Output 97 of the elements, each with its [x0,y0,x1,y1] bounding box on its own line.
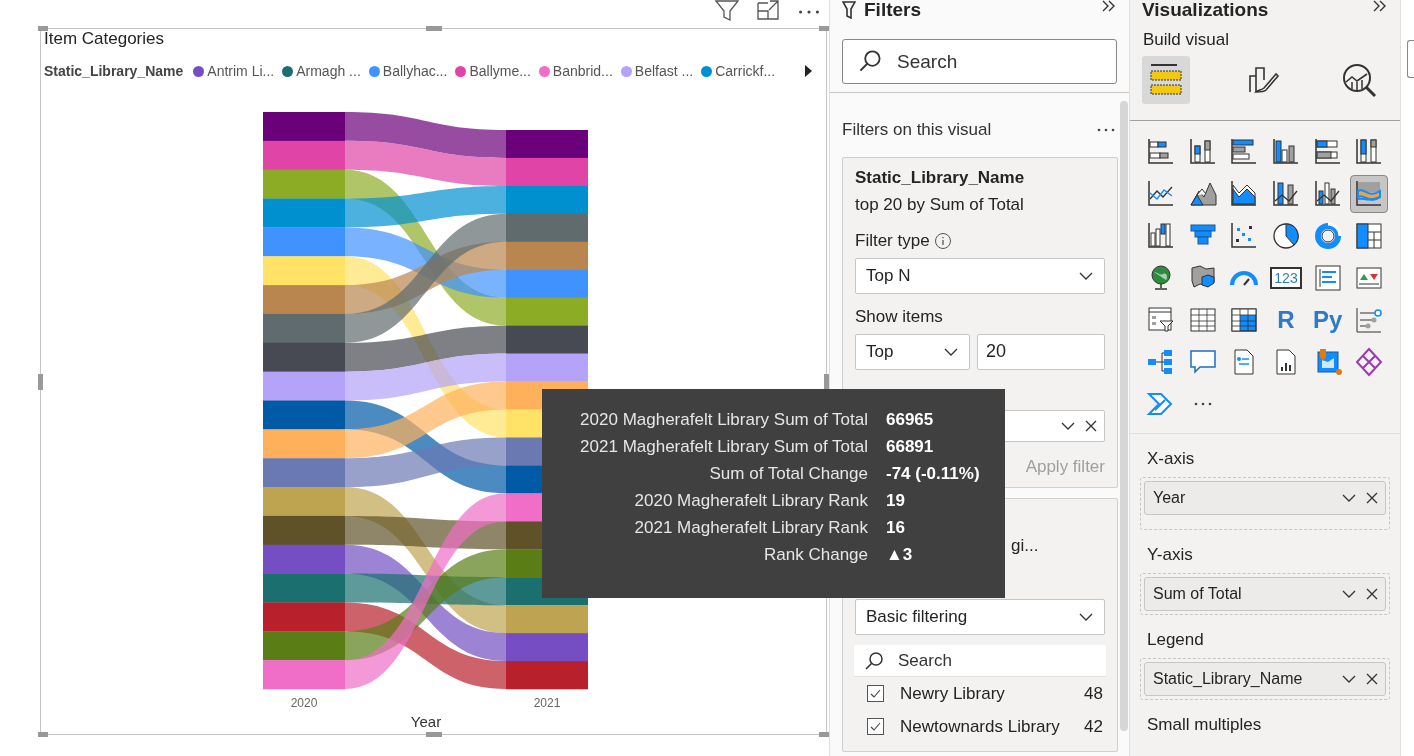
visual-title: Item Categories [43,29,165,49]
item-count: 48 [1084,682,1104,705]
checkmark-icon [869,687,882,700]
checkbox[interactable] [867,685,884,702]
list-icon [1312,263,1343,293]
bar-chart-icon [1146,137,1176,167]
item-count: 42 [1084,715,1104,738]
next-arrow-icon[interactable] [804,65,812,77]
search-icon [858,49,882,73]
well-label: Legend [1146,630,1205,650]
legend-item[interactable]: Ballyhac... [368,60,448,82]
field-pill[interactable]: Sum of Total [1144,577,1386,611]
dropdown[interactable]: Basic filtering [855,599,1105,635]
section-title: Build visual [1142,30,1230,50]
resize-handle[interactable] [38,26,48,31]
fields-icon [1147,62,1185,98]
close-icon[interactable] [1084,418,1098,433]
filter-icon [842,1,856,19]
section-title: Filters on this visual [842,119,992,141]
tooltip-value: ▲3 [886,544,914,566]
treemap-icon [1354,221,1385,251]
filter-icon[interactable] [715,0,739,22]
pane-mode-tab[interactable] [1142,56,1190,104]
collapse-icon[interactable] [1372,0,1388,12]
info-icon[interactable] [933,231,952,250]
tooltip-value: -74 (-0.11%) [886,463,981,485]
count-input[interactable]: 20 [977,333,1105,370]
dropdown[interactable]: Top [855,333,970,370]
more-icon[interactable] [1096,126,1116,133]
dropdown[interactable]: Top N [855,257,1105,294]
tooltip-value: 66965 [886,409,935,431]
waterfall-chart-icon [1146,221,1176,251]
combo-chart-icon [1271,179,1301,209]
legend-item[interactable]: Armagh ... [282,60,361,82]
close-icon[interactable] [1365,587,1379,601]
close-icon[interactable] [1365,491,1379,505]
well-label: Y-axis [1146,545,1194,565]
search-field[interactable]: Search [842,39,1117,84]
key-influencers-icon [1354,305,1385,335]
resize-handle[interactable] [38,374,43,390]
field-pill[interactable]: Static_Library_Name [1144,662,1386,696]
legend-title: Static_Library_Name [44,61,184,81]
search-icon [864,651,884,671]
column-chart-icon [1187,137,1218,167]
legend-item[interactable]: Antrim Li... [193,60,275,82]
card-visual-button[interactable]: 123 [1267,259,1305,297]
filter-list-item[interactable]: Newtownards Library 42 [855,710,1105,743]
combo-chart-icon [1312,179,1343,209]
visual-type-button[interactable] [1350,175,1389,213]
script-visual-button[interactable]: Py [1308,301,1347,339]
donut-chart-icon [1312,221,1343,251]
line-chart-icon [1146,179,1176,209]
tooltip-value: 66891 [886,436,935,458]
well-label: X-axis [1146,449,1196,469]
legend-item[interactable]: Ballyme... [455,60,531,82]
resize-handle[interactable] [426,26,442,31]
tooltip-value: 16 [886,517,906,539]
resize-handle[interactable] [426,732,442,737]
legend-item[interactable]: Belfast ... [620,60,694,82]
pie-chart-icon [1271,221,1301,251]
bar-chart-icon [1312,137,1343,167]
slicer-icon [1146,305,1176,335]
legend-item[interactable]: Banbrid... [538,60,613,82]
collapse-icon[interactable] [1101,0,1117,12]
collapsed-field[interactable] [1407,40,1414,78]
close-icon[interactable] [1365,672,1379,686]
field-label: Filter type [855,229,930,252]
scrollbar[interactable] [1120,101,1128,731]
tooltip-value: 19 [886,490,906,512]
pane-title: Filters [864,0,922,20]
axis-tick-label: 2021 [533,696,561,710]
axis-title: Year [410,713,442,730]
field-label: Show items [855,305,944,328]
speech-bubble-icon [1187,347,1218,377]
diamond-icon [1354,347,1385,377]
well-label: Small multiples [1146,715,1263,735]
axis-tick-label: 2020 [290,696,318,710]
filter-list-item[interactable]: Newry Library 48 [855,677,1105,710]
checkbox[interactable] [867,718,884,735]
filter-field-name[interactable]: Static_Library_Name [855,166,1105,189]
column-chart-icon [1271,137,1301,167]
more-icon[interactable] [797,8,821,16]
script-visual-button[interactable]: R [1267,301,1305,339]
focus-mode-icon[interactable] [757,0,779,20]
resize-handle[interactable] [819,26,829,31]
filter-summary: top 20 by Sum of Total [855,193,1024,216]
matrix-icon [1229,305,1260,335]
pane-title: Visualizations [1142,0,1269,20]
resize-handle[interactable] [819,732,829,737]
checkmark-icon [869,720,882,733]
resize-handle[interactable] [824,374,829,390]
resize-handle[interactable] [38,732,48,737]
field-pill[interactable]: Year [1144,481,1386,515]
analytics-icon [1341,62,1379,98]
filter-summary: gi... [1011,535,1039,557]
legend-item[interactable]: Carrickf... [701,60,776,82]
table-icon [1187,305,1218,335]
